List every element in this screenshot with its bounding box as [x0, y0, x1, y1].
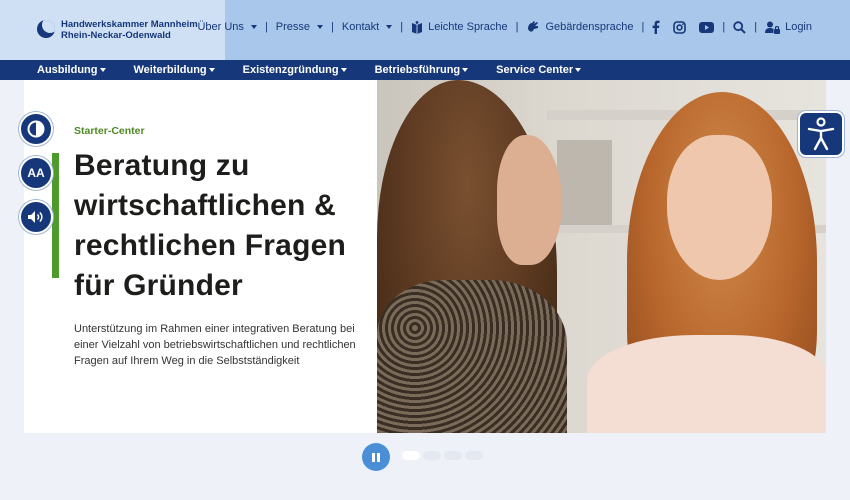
logo-text: Handwerkskammer Mannheim Rhein-Neckar-Od…	[61, 19, 198, 41]
font-size-label: AA	[27, 166, 45, 180]
top-link-label: Kontakt	[341, 21, 380, 33]
nav-item-betriebsfuehrung[interactable]: Betriebsführung	[375, 64, 469, 76]
top-link-presse[interactable]: Presse	[275, 21, 324, 33]
chevron-down-icon	[250, 25, 257, 29]
contrast-icon	[27, 120, 45, 138]
logo-link[interactable]: Handwerkskammer Mannheim Rhein-Neckar-Od…	[0, 0, 225, 60]
chevron-down-icon	[99, 68, 106, 72]
accessibility-menu-button[interactable]	[798, 111, 844, 157]
chevron-down-icon	[340, 68, 347, 72]
logo-line1: Handwerkskammer Mannheim	[61, 19, 198, 30]
book-icon	[411, 20, 423, 34]
slider-dot-1[interactable]	[402, 451, 420, 460]
top-link-kontakt[interactable]: Kontakt	[341, 21, 393, 33]
top-link-ueber-uns[interactable]: Über Uns	[197, 21, 257, 33]
hero-image	[377, 80, 826, 433]
nav-item-label: Betriebsführung	[374, 64, 461, 76]
hero-slide: Starter-Center Beratung zu wirtschaftlic…	[24, 80, 826, 433]
hero-kicker: Starter-Center	[74, 125, 145, 137]
utility-nav: Über Uns | Presse | Kontakt | Leichte Sp…	[197, 0, 850, 54]
nav-item-existenzgruendung[interactable]: Existenzgründung	[243, 64, 347, 76]
easy-language-label: Leichte Sprache	[428, 21, 508, 33]
contrast-button[interactable]	[19, 112, 53, 146]
slider-dot-3[interactable]	[444, 451, 462, 460]
person-right-body	[587, 335, 826, 433]
search-icon[interactable]	[733, 20, 746, 34]
divider: |	[400, 21, 404, 33]
divider: |	[331, 21, 334, 33]
top-link-label: Über Uns	[197, 21, 244, 33]
hero-headline[interactable]: Beratung zu wirtschaftlichen & rechtlich…	[74, 146, 374, 306]
facebook-icon[interactable]	[652, 20, 660, 34]
nav-item-label: Weiterbildung	[133, 64, 207, 76]
nav-item-label: Ausbildung	[37, 64, 98, 76]
top-link-label: Presse	[275, 21, 311, 33]
slider-dot-4[interactable]	[465, 451, 483, 460]
speaker-icon	[27, 210, 45, 224]
sign-language-icon	[526, 20, 540, 34]
person-left-body	[377, 280, 567, 433]
hero-text-panel: Starter-Center Beratung zu wirtschaftlic…	[24, 80, 377, 433]
social-links	[652, 20, 715, 34]
hero-subtext: Unterstützung im Rahmen einer integrativ…	[74, 323, 356, 367]
chevron-down-icon	[462, 68, 469, 72]
nav-item-service-center[interactable]: Service Center	[496, 64, 582, 76]
accessibility-icon	[806, 117, 836, 151]
chevron-down-icon	[575, 68, 582, 72]
user-lock-icon	[765, 21, 781, 34]
slider-pause-button[interactable]	[362, 443, 390, 471]
youtube-icon[interactable]	[699, 21, 715, 33]
main-nav: Ausbildung Weiterbildung Existenzgründun…	[0, 60, 850, 80]
nav-item-ausbildung[interactable]: Ausbildung	[37, 64, 106, 76]
pause-icon	[372, 452, 375, 462]
instagram-icon[interactable]	[673, 20, 687, 34]
person-right-face	[667, 135, 772, 280]
nav-item-label: Existenzgründung	[242, 64, 339, 76]
sign-language-label: Gebärdensprache	[545, 21, 634, 33]
top-header: Handwerkskammer Mannheim Rhein-Neckar-Od…	[0, 0, 850, 60]
background-folders	[557, 140, 612, 225]
divider: |	[515, 21, 519, 33]
divider: |	[264, 21, 268, 33]
chevron-down-icon	[317, 25, 324, 29]
sign-language-link[interactable]: Gebärdensprache	[526, 20, 634, 34]
person-left-face	[497, 135, 562, 265]
easy-language-link[interactable]: Leichte Sprache	[411, 20, 508, 34]
accent-bar	[52, 153, 59, 278]
read-aloud-button[interactable]	[19, 200, 53, 234]
nav-item-label: Service Center	[496, 64, 574, 76]
login-label: Login	[785, 21, 812, 33]
login-link[interactable]: Login	[765, 21, 812, 34]
chevron-down-icon	[208, 68, 215, 72]
logo-icon	[37, 20, 55, 38]
pause-icon	[377, 452, 380, 462]
logo-line2: Rhein-Neckar-Odenwald	[61, 30, 171, 41]
divider: |	[722, 21, 726, 33]
font-size-button[interactable]: AA	[19, 156, 53, 190]
nav-item-weiterbildung[interactable]: Weiterbildung	[134, 64, 215, 76]
divider: |	[754, 21, 758, 33]
slider-dot-2[interactable]	[423, 451, 441, 460]
slider-dots	[402, 451, 483, 460]
chevron-down-icon	[386, 25, 393, 29]
divider: |	[641, 21, 645, 33]
